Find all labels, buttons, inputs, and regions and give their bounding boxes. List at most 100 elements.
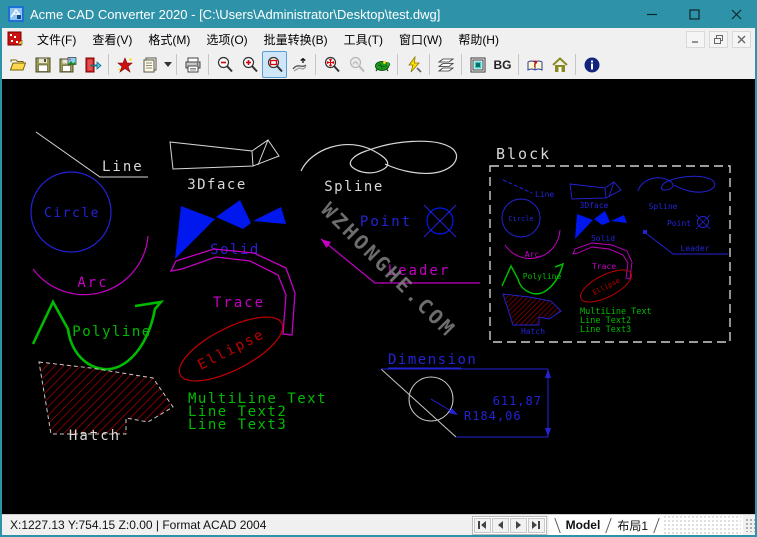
block-inset: Block Line Circle 3Dface [490,145,730,342]
next-sheet-icon[interactable] [510,518,527,533]
entity-point: Point [360,205,456,237]
menu-view[interactable]: 查看(V) [84,29,140,50]
speed-turtle-icon[interactable] [369,51,394,78]
maximize-icon[interactable] [673,0,715,28]
save-as-icon[interactable] [55,51,80,78]
menu-file[interactable]: 文件(F) [29,29,84,50]
entity-mtext: MultiLine Text Line Text2 Line Text3 [188,391,327,433]
app-window: Acme CAD Converter 2020 - [C:\Users\Admi… [0,0,757,537]
mini-label-arc: Arc [525,250,540,259]
menu-tools[interactable]: 工具(T) [336,29,391,50]
block-mini-hatch: Hatch [503,294,561,336]
mini-label-line: Line [535,190,554,199]
toolbar-separator [575,54,576,75]
menu-format[interactable]: 格式(M) [140,29,198,50]
help-icon[interactable]: ? [522,51,547,78]
batch-convert-icon[interactable] [137,51,162,78]
toolbar-separator [518,54,519,75]
toolbar-separator [108,54,109,75]
zoom-out-icon[interactable] [212,51,237,78]
toolbar-separator [315,54,316,75]
menu-help[interactable]: 帮助(H) [450,29,507,50]
entity-polyline: Polyline [33,302,161,369]
entity-spline: Spline [301,141,457,195]
menu-window[interactable]: 窗口(W) [391,29,450,50]
block-mini-polyline: Polyline [502,264,563,294]
entity-ellipse: Ellipse [171,304,292,393]
label-line: Line [102,159,144,175]
previous-sheet-icon[interactable] [492,518,509,533]
about-icon[interactable] [579,51,604,78]
label-polyline: Polyline [72,324,151,340]
zoom-previous-icon[interactable] [344,51,369,78]
home-icon[interactable] [547,51,572,78]
app-icon [8,6,24,22]
batch-dropdown-icon[interactable] [162,52,173,77]
toolbar-separator [429,54,430,75]
window-background-icon[interactable] [465,51,490,78]
open-icon[interactable] [5,51,30,78]
sheet-tabs: Model 布局1 [549,515,743,535]
coordinates-readout: X:1227.13 Y:754.15 Z:0.00 | Format ACAD … [2,518,266,532]
entity-arc: Arc [33,236,148,295]
toolbar-separator [397,54,398,75]
label-circle: Circle [44,206,100,221]
block-mini-line: Line [503,180,554,199]
mini-label-hatch: Hatch [521,327,545,336]
label-3dface: 3Dface [187,177,247,193]
toolbar-separator [176,54,177,75]
label-mtext-line3: Line Text3 [188,417,287,433]
last-sheet-icon[interactable] [528,518,545,533]
zoom-window-icon[interactable] [262,51,287,78]
window-title: Acme CAD Converter 2020 - [C:\Users\Admi… [30,7,440,22]
tools-icon[interactable] [401,51,426,78]
print-icon[interactable] [180,51,205,78]
label-point: Point [360,214,412,230]
menu-options[interactable]: 选项(O) [198,29,255,50]
label-trace: Trace [213,295,265,311]
mini-label-3dface: 3Dface [580,201,609,210]
block-mini-point: Point [667,215,710,229]
save-icon[interactable] [30,51,55,78]
dimension-radius-value: R184,06 [464,409,522,423]
pan-icon[interactable] [287,51,312,78]
tab-layout1[interactable]: 布局1 [615,517,650,534]
mdi-window-controls [686,31,755,48]
label-ellipse: Ellipse [195,326,267,373]
menu-bar: 文件(F) 查看(V) 格式(M) 选项(O) 批量转换(B) 工具(T) 窗口… [2,28,755,50]
mdi-close-icon[interactable] [732,31,751,48]
mdi-restore-icon[interactable] [709,31,728,48]
mini-label-leader: Leader [681,244,710,253]
status-bar: X:1227.13 Y:754.15 Z:0.00 | Format ACAD … [2,514,755,535]
label-spline: Spline [324,179,384,195]
mini-label-circle: Circle [508,215,533,223]
close-icon[interactable] [715,0,757,28]
tab-model[interactable]: Model [564,518,603,532]
entity-circle: Circle [31,172,111,252]
minimize-icon[interactable] [631,0,673,28]
label-hatch: Hatch [69,428,121,444]
mini-label-mtext3: Line Text3 [580,325,631,335]
toolbar-separator [208,54,209,75]
menu-batch-convert[interactable]: 批量转换(B) [256,29,336,50]
first-sheet-icon[interactable] [474,518,491,533]
dimension-linear-value: 611,87 [493,394,542,408]
convert-icon[interactable] [112,51,137,78]
block-mini-arc: Arc [505,230,560,259]
block-mini-leader: Leader [643,230,728,254]
close-file-icon[interactable] [80,51,105,78]
block-mini-circle: Circle [502,199,540,237]
entity-dimension: Dimension 611,87 R184,06 [381,352,551,437]
zoom-extents-icon[interactable] [319,51,344,78]
resize-grip[interactable] [745,518,755,532]
title-bar: Acme CAD Converter 2020 - [C:\Users\Admi… [0,0,757,28]
drawing-canvas[interactable]: Line Circle Arc Polyline Hatch 3Dface [2,79,755,514]
drawing-document-icon [7,31,23,47]
tab-separator [606,518,612,533]
mdi-minimize-icon[interactable] [686,31,705,48]
zoom-in-icon[interactable] [237,51,262,78]
background-color-button[interactable]: BG [490,51,515,78]
layers-icon[interactable] [433,51,458,78]
tab-separator [653,518,659,533]
sheet-navigation [472,516,547,535]
